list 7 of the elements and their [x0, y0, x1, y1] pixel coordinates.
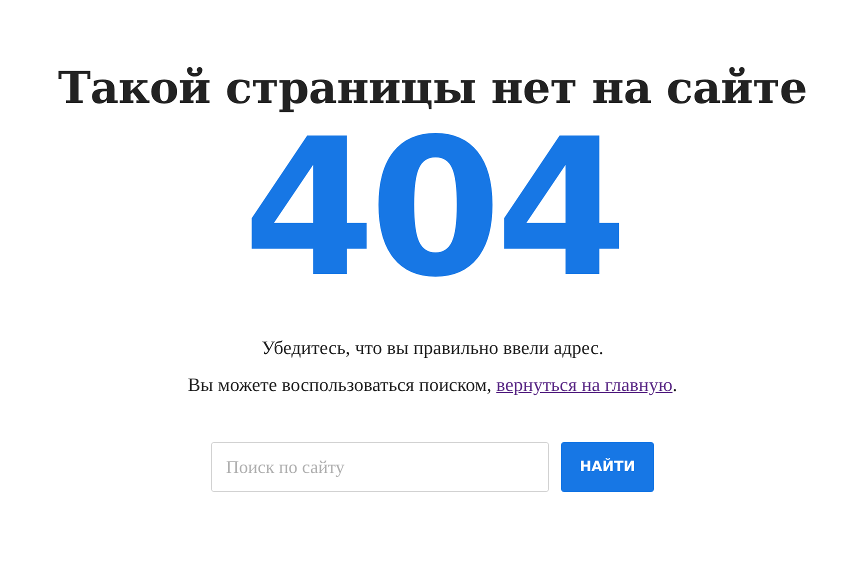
home-link[interactable]: вернуться на главную — [496, 375, 673, 396]
message-text: Убедитесь, что вы правильно ввели адрес. — [262, 337, 604, 361]
page-title: Такой страницы нет на сайте — [58, 62, 807, 116]
error-code: 404 — [243, 124, 622, 294]
search-button[interactable]: НАЙТИ — [561, 442, 654, 492]
search-field[interactable]: Поиск по сайту — [211, 442, 549, 492]
message-text: Вы можете воспользоваться поиском, вернуться на главную. — [188, 374, 678, 398]
